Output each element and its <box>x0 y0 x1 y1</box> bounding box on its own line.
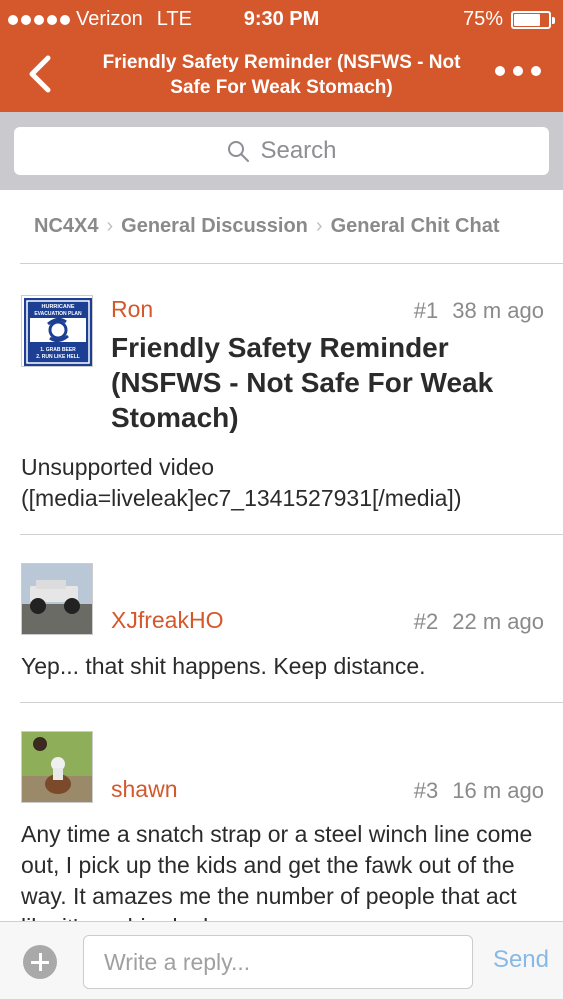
more-options-button[interactable] <box>491 62 545 80</box>
avatar-text-line: HURRICANE <box>42 304 75 310</box>
avatar-text-line: EVACUATION PLAN <box>34 311 82 317</box>
send-button[interactable]: Send <box>493 946 549 974</box>
battery-status: 75% <box>462 8 555 31</box>
avatar[interactable]: HURRICANE EVACUATION PLAN 1. GRAB BEER 2… <box>21 295 93 367</box>
chevron-right-icon: › <box>315 215 323 237</box>
post-author[interactable]: shawn <box>111 776 177 803</box>
plus-circle-icon[interactable] <box>23 945 57 979</box>
post-author[interactable]: XJfreakHO <box>111 607 223 634</box>
post-time: 16 m ago <box>452 778 544 803</box>
chevron-left-icon <box>29 55 51 93</box>
post-meta: #3 16 m ago <box>414 778 544 804</box>
post-body: Unsupported video ([media=liveleak]ec7_1… <box>21 454 462 511</box>
divider <box>20 702 563 703</box>
post-time: 22 m ago <box>452 609 544 634</box>
jeep-photo-avatar <box>22 564 92 634</box>
breadcrumb-item-general-chit-chat[interactable]: General Chit Chat <box>331 215 500 238</box>
hurricane-sign-avatar: HURRICANE EVACUATION PLAN 1. GRAB BEER 2… <box>24 298 92 366</box>
post-body: Yep... that shit happens. Keep distance. <box>21 653 426 679</box>
reply-input[interactable] <box>83 935 473 989</box>
post-number[interactable]: #3 <box>414 778 438 803</box>
post-title: Friendly Safety Reminder (NSFWS - Not Sa… <box>111 332 494 433</box>
avatar[interactable] <box>21 563 93 635</box>
breadcrumb-item-nc4x4[interactable]: NC4X4 <box>34 215 98 238</box>
avatar-text-line: 1. GRAB BEER <box>40 347 76 353</box>
thread-title: Friendly Safety Reminder (NSFWS - Not Sa… <box>102 52 461 98</box>
search-icon <box>228 141 250 162</box>
avatar-text-line: 2. RUN LIKE HELL <box>36 354 80 360</box>
post-number[interactable]: #2 <box>414 609 438 634</box>
breadcrumb: NC4X4 › General Discussion › General Chi… <box>0 190 563 263</box>
post-number[interactable]: #1 <box>414 298 438 323</box>
search-placeholder: Search <box>260 137 337 164</box>
battery-icon <box>511 10 555 29</box>
status-bar: Verizon LTE 9:30 PM 75% <box>0 0 563 38</box>
battery-percent: 75% <box>462 8 503 30</box>
reply-bar: Send <box>0 921 563 999</box>
divider <box>20 263 563 264</box>
search-input[interactable]: Search <box>14 127 549 175</box>
chevron-right-icon: › <box>106 215 114 237</box>
post-author[interactable]: Ron <box>111 296 153 323</box>
back-button[interactable] <box>20 52 60 96</box>
divider <box>20 534 563 535</box>
post-meta: #1 38 m ago <box>414 298 544 324</box>
more-dots-icon <box>495 66 505 76</box>
breadcrumb-item-general-discussion[interactable]: General Discussion <box>121 215 308 238</box>
search-bar: Search <box>0 112 563 190</box>
post-time: 38 m ago <box>452 298 544 323</box>
nav-header: Verizon LTE 9:30 PM 75% Friendly Safety … <box>0 0 563 112</box>
post-meta: #2 22 m ago <box>414 609 544 635</box>
avatar[interactable] <box>21 731 93 803</box>
battery-level <box>514 13 540 26</box>
post-body: Any time a snatch strap or a steel winch… <box>21 821 533 921</box>
dog-photo-avatar <box>22 732 92 802</box>
